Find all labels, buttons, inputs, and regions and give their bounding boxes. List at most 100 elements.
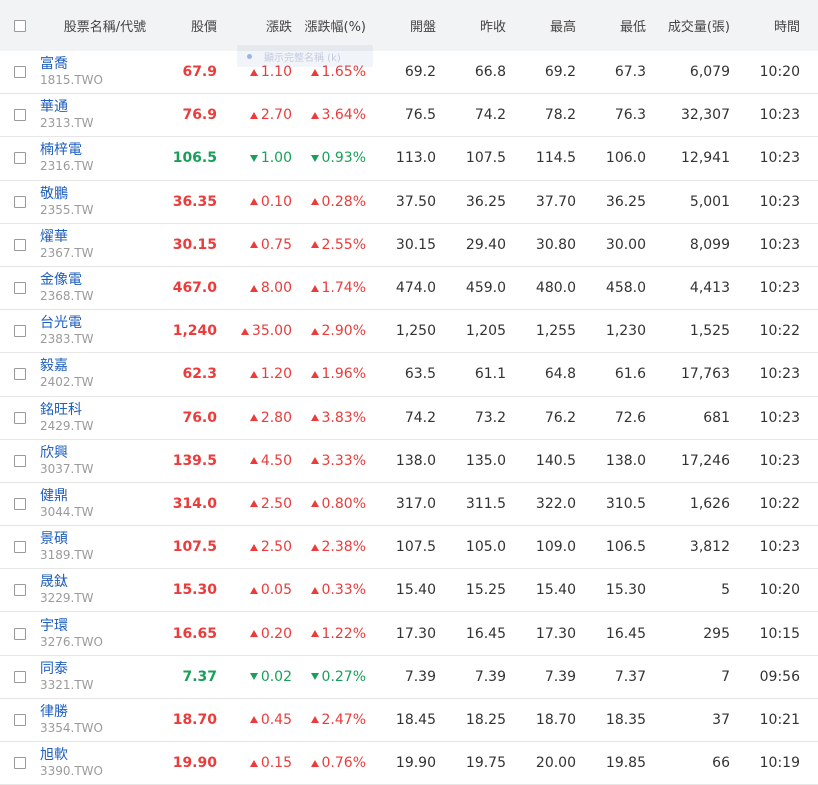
- name-tooltip: 顯示完整名稱 (k): [237, 45, 373, 67]
- checkbox-box[interactable]: [14, 238, 26, 251]
- row-checkbox[interactable]: [11, 612, 29, 654]
- row-checkbox[interactable]: [11, 483, 29, 525]
- checkbox-box[interactable]: [14, 152, 26, 165]
- stock-name-link[interactable]: 晟鈦: [40, 574, 68, 591]
- prev-close-value: 16.45: [465, 625, 506, 642]
- price-value: 139.5: [172, 452, 217, 469]
- change-pct-text: 2.90%: [321, 323, 366, 340]
- table-row[interactable]: 宇環 3276.TWO 16.65 0.20 1.22% 17.30 16.45…: [0, 612, 818, 656]
- header-open[interactable]: 開盤: [410, 0, 436, 51]
- checkbox-box[interactable]: [14, 195, 26, 208]
- stock-name-link[interactable]: 毅嘉: [40, 358, 68, 375]
- table-row[interactable]: 楠梓電 2316.TW 106.5 1.00 0.93% 113.0 107.5…: [0, 137, 818, 181]
- row-checkbox[interactable]: [11, 224, 29, 266]
- row-checkbox[interactable]: [11, 569, 29, 611]
- stock-name-cell: 景碩 3189.TW: [40, 526, 170, 568]
- stock-name-link[interactable]: 銘旺科: [40, 402, 82, 419]
- checkbox-box[interactable]: [14, 757, 26, 770]
- table-row[interactable]: 華通 2313.TW 76.9 2.70 3.64% 76.5 74.2 78.…: [0, 94, 818, 138]
- stock-name-link[interactable]: 欣興: [40, 445, 68, 462]
- change-pct-text: 1.74%: [321, 280, 366, 297]
- checkbox-box[interactable]: [14, 411, 26, 424]
- header-high[interactable]: 最高: [550, 0, 576, 51]
- table-row[interactable]: 晟鈦 3229.TW 15.30 0.05 0.33% 15.40 15.25 …: [0, 569, 818, 613]
- stock-name-link[interactable]: 健鼎: [40, 488, 68, 505]
- checkbox-box[interactable]: [14, 282, 26, 295]
- row-checkbox[interactable]: [11, 181, 29, 223]
- change-pct-text: 2.47%: [321, 711, 366, 728]
- table-row[interactable]: 同泰 3321.TW 7.37 0.02 0.27% 7.39 7.39 7.3…: [0, 656, 818, 699]
- header-change-pct[interactable]: 漲跌幅(%): [305, 0, 367, 51]
- table-row[interactable]: 台光電 2383.TW 1,240 35.00 2.90% 1,250 1,20…: [0, 310, 818, 354]
- stock-name-link[interactable]: 金像電: [40, 272, 82, 289]
- stock-code: 2313.TW: [40, 116, 94, 131]
- row-checkbox[interactable]: [11, 51, 29, 93]
- stock-name-link[interactable]: 景碩: [40, 531, 68, 548]
- row-checkbox[interactable]: [11, 526, 29, 568]
- checkbox-box[interactable]: [14, 454, 26, 467]
- row-checkbox[interactable]: [11, 137, 29, 179]
- table-row[interactable]: 燿華 2367.TW 30.15 0.75 2.55% 30.15 29.40 …: [0, 224, 818, 267]
- header-change[interactable]: 漲跌: [266, 0, 292, 51]
- stock-name-link[interactable]: 敬鵬: [40, 186, 68, 203]
- stock-name-link[interactable]: 台光電: [40, 315, 82, 332]
- row-checkbox[interactable]: [11, 656, 29, 698]
- open-value: 107.5: [395, 539, 436, 556]
- stock-name-link[interactable]: 旭軟: [40, 747, 68, 764]
- table-row[interactable]: 銘旺科 2429.TW 76.0 2.80 3.83% 74.2 73.2 76…: [0, 397, 818, 440]
- stock-name-link[interactable]: 楠梓電: [40, 142, 82, 159]
- checkbox-box[interactable]: [14, 497, 26, 510]
- checkbox-box[interactable]: [14, 541, 26, 554]
- high-value: 114.5: [535, 150, 576, 167]
- checkbox-box[interactable]: [14, 368, 26, 381]
- row-checkbox[interactable]: [11, 397, 29, 439]
- open-value: 474.0: [395, 280, 436, 297]
- open-value: 30.15: [395, 236, 436, 253]
- checkbox-box[interactable]: [14, 325, 26, 338]
- checkbox-box[interactable]: [14, 713, 26, 726]
- row-checkbox[interactable]: [11, 353, 29, 395]
- header-low[interactable]: 最低: [620, 0, 646, 51]
- checkbox-box[interactable]: [14, 627, 26, 640]
- table-row[interactable]: 健鼎 3044.TW 314.0 2.50 0.80% 317.0 311.5 …: [0, 483, 818, 527]
- checkbox-box[interactable]: [14, 19, 26, 32]
- checkbox-box[interactable]: [14, 109, 26, 122]
- change-pct-arrow-icon: [310, 500, 319, 508]
- header-time[interactable]: 時間: [774, 0, 800, 51]
- table-row[interactable]: 毅嘉 2402.TW 62.3 1.20 1.96% 63.5 61.1 64.…: [0, 353, 818, 397]
- stock-name-link[interactable]: 華通: [40, 99, 68, 116]
- stock-name-link[interactable]: 同泰: [40, 661, 68, 678]
- row-checkbox[interactable]: [11, 267, 29, 309]
- change-pct-text: 3.64%: [321, 107, 366, 124]
- header-name-code[interactable]: 股票名稱/代號: [40, 0, 170, 51]
- row-checkbox[interactable]: [11, 310, 29, 352]
- row-checkbox[interactable]: [11, 699, 29, 741]
- checkbox-box[interactable]: [14, 670, 26, 683]
- table-row[interactable]: 律勝 3354.TWO 18.70 0.45 2.47% 18.45 18.25…: [0, 699, 818, 742]
- header-prev-close[interactable]: 昨收: [480, 0, 506, 51]
- stock-name-link[interactable]: 宇環: [40, 618, 68, 635]
- table-row[interactable]: 富喬 1815.TWO 67.9 1.10 1.65% 69.2 66.8 69…: [0, 51, 818, 95]
- table-row[interactable]: 景碩 3189.TW 107.5 2.50 2.38% 107.5 105.0 …: [0, 526, 818, 570]
- table-row[interactable]: 敬鵬 2355.TW 36.35 0.10 0.28% 37.50 36.25 …: [0, 181, 818, 224]
- change-arrow-icon: [249, 241, 258, 249]
- row-checkbox[interactable]: [11, 94, 29, 136]
- select-all-checkbox[interactable]: [11, 0, 29, 51]
- header-price[interactable]: 股價: [191, 0, 217, 51]
- stock-code: 3229.TW: [40, 591, 94, 606]
- header-volume[interactable]: 成交量(張): [668, 0, 730, 51]
- checkbox-box[interactable]: [14, 584, 26, 597]
- row-checkbox[interactable]: [11, 742, 29, 784]
- stock-name-link[interactable]: 律勝: [40, 704, 68, 721]
- change-pct-text: 3.83%: [321, 409, 366, 426]
- low-value: 30.00: [605, 236, 646, 253]
- checkbox-box[interactable]: [14, 66, 26, 79]
- table-row[interactable]: 旭軟 3390.TWO 19.90 0.15 0.76% 19.90 19.75…: [0, 742, 818, 785]
- prev-close-value: 61.1: [474, 366, 506, 383]
- change-text: 35.00: [251, 323, 292, 340]
- stock-name-link[interactable]: 燿華: [40, 229, 68, 246]
- row-checkbox[interactable]: [11, 440, 29, 482]
- table-row[interactable]: 金像電 2368.TW 467.0 8.00 1.74% 474.0 459.0…: [0, 267, 818, 311]
- table-row[interactable]: 欣興 3037.TW 139.5 4.50 3.33% 138.0 135.0 …: [0, 440, 818, 483]
- stock-name-link[interactable]: 富喬: [40, 56, 68, 73]
